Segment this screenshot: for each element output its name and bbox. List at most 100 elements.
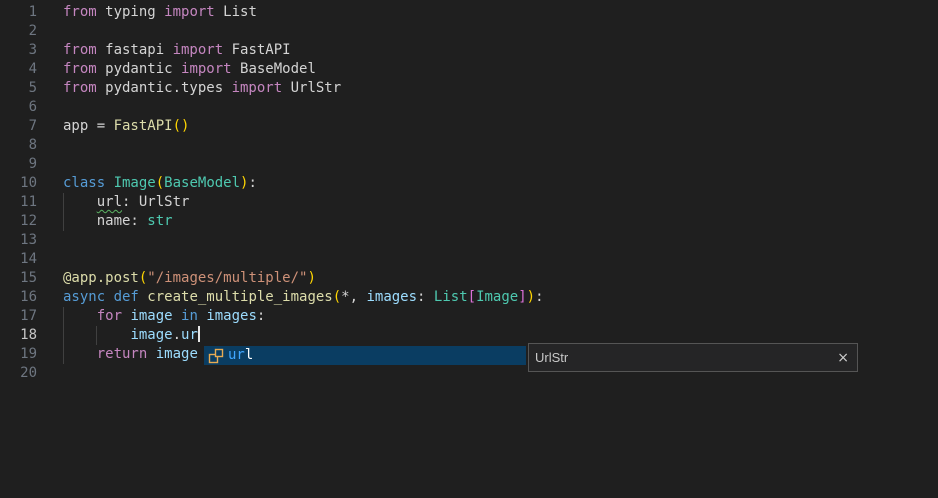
code-line: 2: [0, 22, 938, 41]
suggest-label-match: ur: [228, 347, 245, 363]
code-token: from: [63, 80, 97, 96]
code-token: fastapi: [97, 42, 173, 58]
code-line: 16 async def create_multiple_images(*, im…: [0, 288, 938, 307]
code-line: 13: [0, 231, 938, 250]
code-token: BaseModel: [232, 61, 316, 77]
code-token: image: [156, 346, 198, 362]
code-token: (: [333, 289, 341, 305]
code-token: BaseModel: [164, 175, 240, 191]
code-token: create_multiple_images: [147, 289, 332, 305]
code-token: [: [468, 289, 476, 305]
code-token: :: [257, 308, 265, 324]
indent-guide: [63, 307, 64, 326]
code-line: 3from fastapi import FastAPI: [0, 41, 938, 60]
code-token: image: [130, 308, 172, 324]
code-token: (: [156, 175, 164, 191]
code-token: import: [164, 4, 215, 20]
code-line: 11 url: UrlStr: [0, 193, 938, 212]
code-token: async def: [63, 289, 147, 305]
code-line: 1 from typing import List: [0, 3, 938, 22]
code-token: :: [248, 175, 256, 191]
code-token: from: [63, 4, 97, 20]
symbol-field-icon: [208, 348, 224, 364]
code-token: [63, 194, 97, 210]
code-token: class: [63, 175, 114, 191]
line-number: 1: [0, 3, 37, 22]
code-token: pydantic.types: [97, 80, 232, 96]
line-number: 19: [0, 345, 37, 364]
code-token: pydantic: [97, 61, 181, 77]
suggest-item-label: url: [228, 346, 253, 365]
code-token: from: [63, 42, 97, 58]
indent-guide: [63, 193, 64, 212]
code-token: typing: [97, 4, 164, 20]
code-token: List: [434, 289, 468, 305]
line-number: 13: [0, 231, 37, 250]
line-number: 18: [0, 326, 37, 345]
suggest-item-url[interactable]: url: [204, 346, 526, 365]
line-number: 12: [0, 212, 37, 231]
line-number: 6: [0, 98, 37, 117]
indent-guide: [63, 345, 64, 364]
line-number: 17: [0, 307, 37, 326]
code-token: "/images/multiple/": [147, 270, 307, 286]
code-token: UrlStr: [282, 80, 341, 96]
code-token: images: [366, 289, 417, 305]
code-line: 9: [0, 155, 938, 174]
code-token: return: [97, 346, 156, 362]
suggest-detail-panel: UrlStr ×: [528, 343, 858, 372]
indent-guide: [63, 212, 64, 231]
indent-guide: [63, 326, 64, 345]
code-token: FastAPI: [114, 118, 173, 134]
code-token: app =: [63, 118, 114, 134]
code-line: 15@app.post("/images/multiple/"): [0, 269, 938, 288]
text-cursor: [198, 326, 200, 342]
code-line: 14: [0, 250, 938, 269]
code-token: Image: [476, 289, 518, 305]
code-line: 7 app = FastAPI(): [0, 117, 938, 136]
line-number: 2: [0, 22, 37, 41]
indent-guide: [96, 326, 97, 345]
line-number: 10: [0, 174, 37, 193]
code-token: in: [173, 308, 207, 324]
code-token: import: [232, 80, 283, 96]
line-number: 20: [0, 364, 37, 383]
code-token: (): [173, 118, 190, 134]
code-token: @app.post: [63, 270, 139, 286]
code-line: 4from pydantic import BaseModel: [0, 60, 938, 79]
code-token: FastAPI: [223, 42, 290, 58]
line-number: 4: [0, 60, 37, 79]
line-number: 16: [0, 288, 37, 307]
code-line: 17 for image in images:: [0, 307, 938, 326]
code-line: 5from pydantic.types import UrlStr: [0, 79, 938, 98]
suggest-detail-text: UrlStr: [535, 350, 568, 365]
code-line: 6: [0, 98, 938, 117]
code-token: :: [417, 289, 434, 305]
code-token: Image: [114, 175, 156, 191]
code-line: 10class Image(BaseModel):: [0, 174, 938, 193]
line-number: 11: [0, 193, 37, 212]
code-token: ): [527, 289, 535, 305]
code-token: :: [535, 289, 543, 305]
code-token: url: [97, 194, 122, 210]
code-token: *,: [341, 289, 366, 305]
code-token: List: [215, 4, 257, 20]
line-number: 7: [0, 117, 37, 136]
code-token: for: [97, 308, 131, 324]
code-token: : UrlStr: [122, 194, 189, 210]
line-number: 15: [0, 269, 37, 288]
code-token: name:: [63, 213, 147, 229]
code-lines: 1 from typing import List 23 from fastapi i…: [0, 3, 938, 383]
code-token: .: [173, 327, 181, 343]
line-number: 3: [0, 41, 37, 60]
code-editor[interactable]: 1 from typing import List 23 from fastapi i…: [0, 0, 938, 498]
code-token: ]: [518, 289, 526, 305]
code-token: import: [181, 61, 232, 77]
code-token: [63, 308, 97, 324]
code-token: image: [130, 327, 172, 343]
code-line: 8: [0, 136, 938, 155]
close-icon[interactable]: ×: [837, 351, 849, 365]
code-token: ): [307, 270, 315, 286]
code-token: ur: [181, 327, 198, 343]
code-token: images: [206, 308, 257, 324]
